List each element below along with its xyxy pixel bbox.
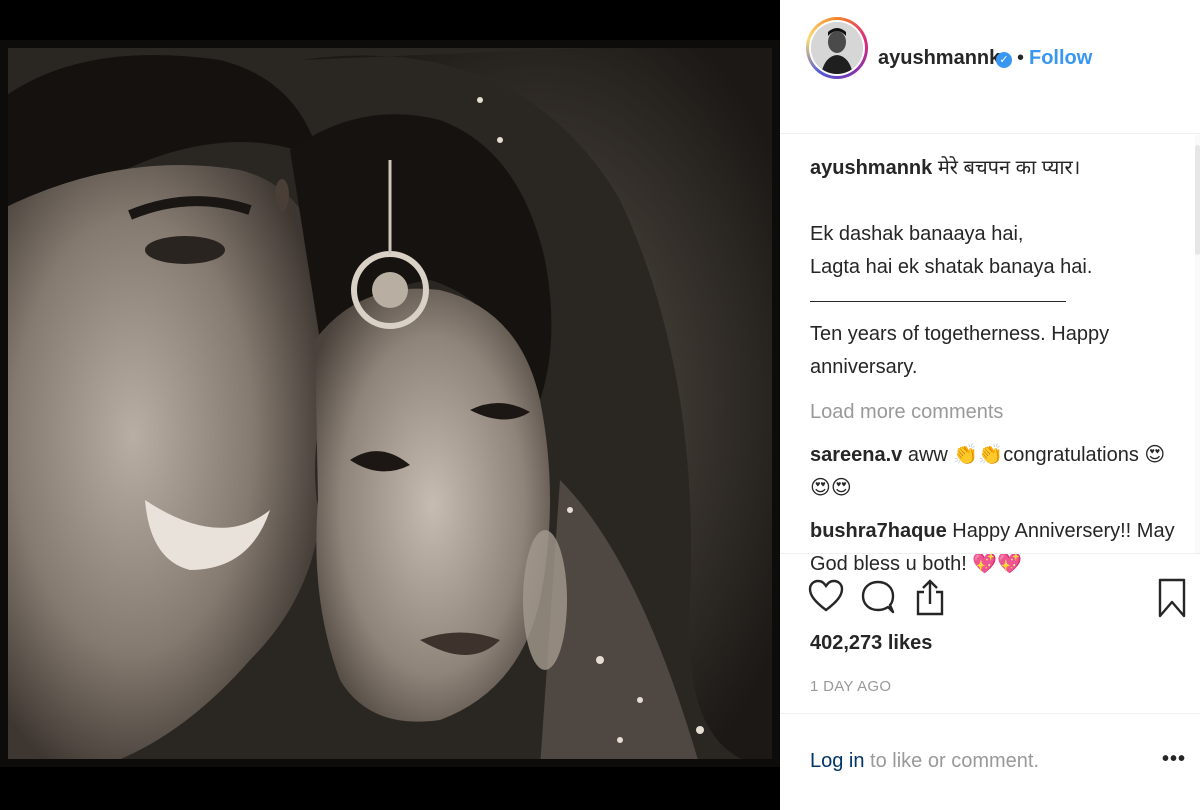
post-panel: ayushmannk ✓ • Follow ayushmannk मेरे बच… [780, 0, 1200, 810]
login-prompt-text: to like or comment. [864, 750, 1040, 772]
post-actions: 402,273 likes 1 DAY AGO [780, 553, 1200, 713]
comment-footer: Log in to like or comment. ••• [780, 713, 1200, 810]
comments-section: ayushmannk मेरे बचपन का प्यार। Ek dashak… [810, 152, 1180, 575]
heart-icon[interactable] [808, 576, 844, 620]
caption-username[interactable]: ayushmannk [810, 157, 932, 179]
caption-line: Ten years of togetherness. Happy [810, 323, 1110, 345]
header-separator: • [1017, 47, 1025, 69]
likes-count[interactable]: 402,273 likes [810, 632, 932, 655]
caption-line: anniversary. [810, 356, 918, 378]
login-link[interactable]: Log in [810, 750, 865, 772]
post-photo[interactable] [0, 40, 780, 767]
load-more-comments-button[interactable]: Load more comments [810, 396, 1180, 429]
photo-pane [0, 0, 780, 810]
caption-line: Lagta hai ek shatak banaya hai. [810, 256, 1093, 278]
avatar-picture [811, 22, 863, 74]
comment-icon[interactable] [860, 576, 896, 620]
caption-text: मेरे बचपन का प्यार। [937, 157, 1081, 179]
caption: ayushmannk मेरे बचपन का प्यार। Ek dashak… [810, 152, 1180, 384]
post-timestamp: 1 DAY AGO [810, 678, 892, 695]
more-options-icon[interactable]: ••• [1162, 748, 1186, 771]
header-username[interactable]: ayushmannk [878, 47, 1000, 70]
bookmark-icon[interactable] [1154, 576, 1190, 620]
follow-button[interactable]: Follow [1029, 47, 1092, 70]
comment-username[interactable]: bushra7haque [810, 520, 947, 542]
avatar-frame [809, 20, 865, 76]
avatar[interactable] [806, 17, 868, 79]
caption-divider [810, 301, 1066, 302]
login-prompt: Log in to like or comment. [810, 750, 1039, 773]
avatar-image [811, 22, 863, 74]
share-icon[interactable] [912, 576, 948, 620]
caption-first-line: ayushmannk मेरे बचपन का प्यार। [810, 152, 1180, 185]
post-header: ayushmannk ✓ • Follow [780, 0, 1200, 134]
scrollbar-thumb[interactable] [1195, 145, 1200, 255]
comments-scrollbar[interactable] [1195, 135, 1200, 553]
verified-badge-icon: ✓ [996, 52, 1012, 68]
comment-username[interactable]: sareena.v [810, 444, 902, 466]
comment: sareena.v aww 👏👏congratulations 😍😍😍 [810, 439, 1180, 505]
caption-line: Ek dashak banaaya hai, [810, 223, 1024, 245]
post-photo-illustration [0, 40, 780, 767]
